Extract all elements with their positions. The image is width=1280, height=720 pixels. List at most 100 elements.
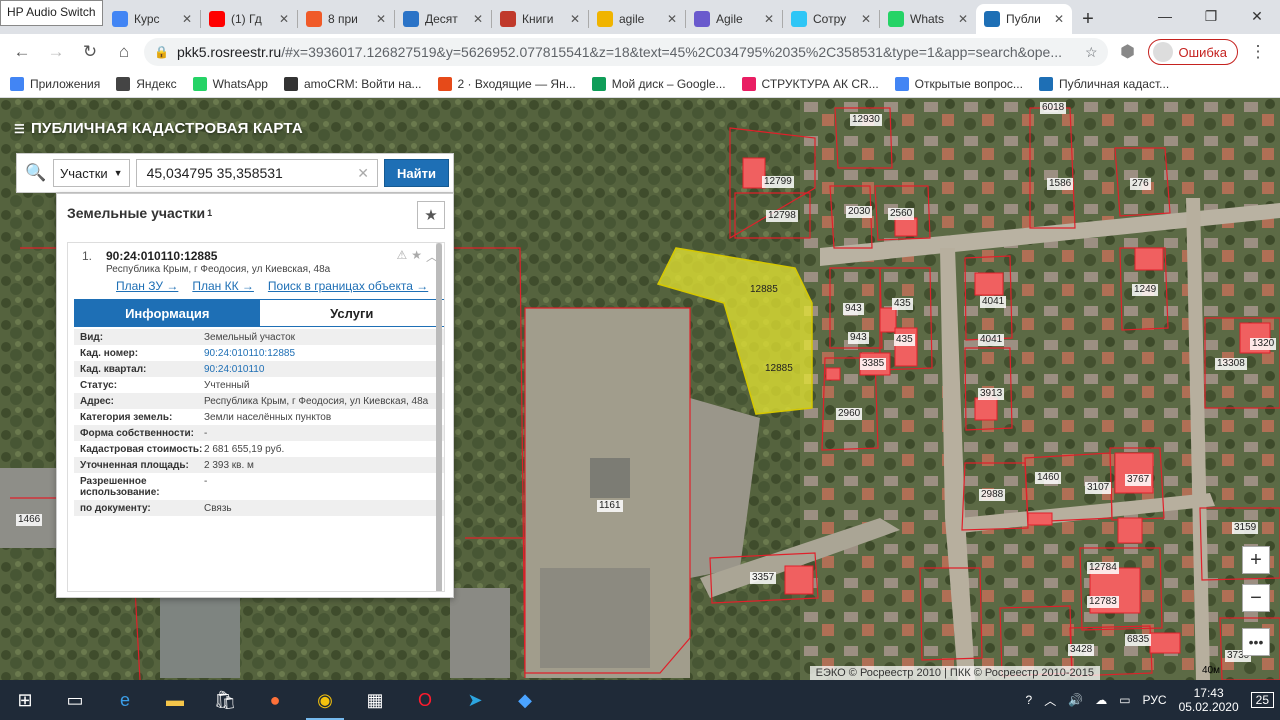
zoom-in-button[interactable]: + (1242, 546, 1270, 574)
close-tab-icon[interactable]: ✕ (764, 12, 774, 26)
parcel-number-label[interactable]: 3385 (860, 358, 887, 370)
attribute-value[interactable]: 90:24:010110:12885 (204, 348, 441, 359)
browser-tab[interactable]: Сотру ✕ (783, 4, 879, 34)
clock[interactable]: 17:43 05.02.2020 (1179, 686, 1239, 714)
browser-tab[interactable]: Десят ✕ (395, 4, 491, 34)
browser-tab[interactable]: Agile ✕ (686, 4, 782, 34)
parcel-number-label[interactable]: 1460 (1035, 472, 1062, 484)
browser-tab[interactable]: Публи ✕ (976, 4, 1072, 34)
reload-icon[interactable]: ↻ (76, 38, 104, 66)
tray-up-icon[interactable]: ︿ (1044, 692, 1056, 709)
parcel-number-label[interactable]: 435 (892, 298, 913, 310)
bookmark-item[interactable]: WhatsApp (192, 76, 268, 91)
address-bar[interactable]: 🔒 pkk5.rosreestr.ru/#x=3936017.126827519… (144, 38, 1108, 66)
cadastral-map[interactable]: 12930 12799 12798 2030 2560 1586 276 12885 12885… (0, 98, 1280, 680)
browser-tab[interactable]: Курс ✕ (104, 4, 200, 34)
parcel-number-label[interactable]: 12798 (766, 210, 798, 222)
parcel-number-label[interactable]: 12930 (850, 114, 882, 126)
parcel-number-label[interactable]: 943 (848, 332, 869, 344)
parcel-number-label[interactable]: 2030 (846, 206, 873, 218)
parcel-number-label[interactable]: 1161 (597, 500, 623, 512)
bookmark-item[interactable]: Приложения (10, 76, 100, 91)
opera-icon[interactable]: O (400, 680, 450, 720)
parcel-number-label[interactable]: 3428 (1068, 644, 1095, 656)
bookmark-item[interactable]: Мой диск – Google... (591, 76, 726, 91)
new-tab-button[interactable]: + (1072, 4, 1104, 34)
minimize-icon[interactable]: — (1142, 0, 1188, 32)
tab-information[interactable]: Информация (75, 300, 260, 326)
parcel-number-label[interactable]: 4041 (978, 334, 1005, 346)
parcel-number-label[interactable]: 12885 (748, 284, 780, 296)
parcel-number-label[interactable]: 276 (1130, 178, 1151, 190)
search-input[interactable]: 45,034795 35,358531 ✕ (135, 159, 379, 187)
bookmark-item[interactable]: СТРУКТУРА АК CR... (741, 76, 879, 91)
restore-icon[interactable]: ❐ (1188, 0, 1234, 32)
zoom-out-button[interactable]: − (1242, 584, 1270, 612)
task-view-icon[interactable]: ▭ (50, 680, 100, 720)
close-tab-icon[interactable]: ✕ (1054, 12, 1064, 26)
parcel-number-label[interactable]: 12783 (1087, 596, 1119, 608)
favorite-star-button[interactable]: ★ (417, 201, 445, 229)
start-menu-icon[interactable]: ⊞ (0, 680, 50, 720)
calculator-icon[interactable]: ▦ (350, 680, 400, 720)
parcel-number-label[interactable]: 4041 (980, 296, 1007, 308)
browser-tab[interactable]: Whats ✕ (880, 4, 976, 34)
parcel-number-label[interactable]: 12784 (1087, 562, 1119, 574)
star-icon[interactable]: ★ (411, 248, 422, 265)
language-indicator[interactable]: РУС (1143, 693, 1167, 707)
browser-tab[interactable]: 8 при ✕ (298, 4, 394, 34)
menu-icon[interactable]: ☰ (14, 122, 25, 136)
bookmark-item[interactable]: Яндекс (116, 76, 177, 91)
panel-scrollbar[interactable] (436, 243, 442, 591)
tab-services[interactable]: Услуги (260, 300, 445, 326)
clear-search-icon[interactable]: ✕ (357, 165, 369, 182)
close-tab-icon[interactable]: ✕ (279, 12, 289, 26)
bookmark-star-icon[interactable]: ☆ (1085, 44, 1098, 61)
parcel-number-label[interactable]: 1586 (1047, 178, 1074, 190)
browser-tab[interactable]: agile ✕ (589, 4, 685, 34)
parcel-number-label[interactable]: 12885 (763, 363, 795, 375)
parcel-number-label[interactable]: 1466 (16, 514, 43, 526)
app-icon[interactable]: ◆ (500, 680, 550, 720)
parcel-number-label[interactable]: 3159 (1232, 522, 1259, 534)
plan-kk-link[interactable]: План КК → (192, 279, 254, 293)
help-icon[interactable]: ? (1026, 693, 1033, 707)
parcel-number-label[interactable]: 3767 (1125, 474, 1152, 486)
search-icon[interactable]: 🔍 (25, 163, 47, 183)
bookmark-item[interactable]: 2 · Входящие — Ян... (437, 76, 576, 91)
extension-icon[interactable]: ⬢ (1114, 38, 1142, 66)
plan-zu-link[interactable]: План ЗУ → (116, 279, 178, 293)
close-tab-icon[interactable]: ✕ (958, 12, 968, 26)
parcel-number-label[interactable]: 943 (843, 303, 864, 315)
browser-tab[interactable]: (1) Гд ✕ (201, 4, 297, 34)
attribute-value[interactable]: 90:24:010110 (204, 364, 441, 375)
search-type-select[interactable]: Участки ▼ (53, 159, 130, 187)
profile-error-button[interactable]: Ошибка (1147, 39, 1238, 65)
parcel-number-label[interactable]: 3107 (1085, 482, 1112, 494)
parcel-number-label[interactable]: 1249 (1132, 284, 1159, 296)
forward-icon[interactable]: → (42, 38, 70, 66)
close-window-icon[interactable]: ✕ (1234, 0, 1280, 32)
parcel-number-label[interactable]: 3913 (978, 388, 1005, 400)
parcel-number-label[interactable]: 3357 (750, 572, 777, 584)
parcel-number-label[interactable]: 6835 (1125, 634, 1152, 646)
more-options-button[interactable]: ••• (1242, 628, 1270, 656)
home-icon[interactable]: ⌂ (110, 38, 138, 66)
close-tab-icon[interactable]: ✕ (376, 12, 386, 26)
close-tab-icon[interactable]: ✕ (473, 12, 483, 26)
browser-tab[interactable]: Книги ✕ (492, 4, 588, 34)
search-within-object-link[interactable]: Поиск в границах объекта → (268, 279, 428, 293)
back-icon[interactable]: ← (8, 38, 36, 66)
menu-icon[interactable]: ⋮ (1244, 38, 1272, 66)
bookmark-item[interactable]: amoCRM: Войти на... (283, 76, 422, 91)
firefox-icon[interactable]: ● (250, 680, 300, 720)
chrome-icon[interactable]: ◉ (300, 680, 350, 720)
edge-icon[interactable]: e (100, 680, 150, 720)
parcel-number-label[interactable]: 2960 (836, 408, 863, 420)
parcel-number-label[interactable]: 12799 (762, 176, 794, 188)
parcel-number-label[interactable]: 435 (894, 334, 915, 346)
telegram-icon[interactable]: ➤ (450, 680, 500, 720)
close-tab-icon[interactable]: ✕ (861, 12, 871, 26)
close-tab-icon[interactable]: ✕ (570, 12, 580, 26)
store-icon[interactable]: 🛍 (200, 680, 250, 720)
